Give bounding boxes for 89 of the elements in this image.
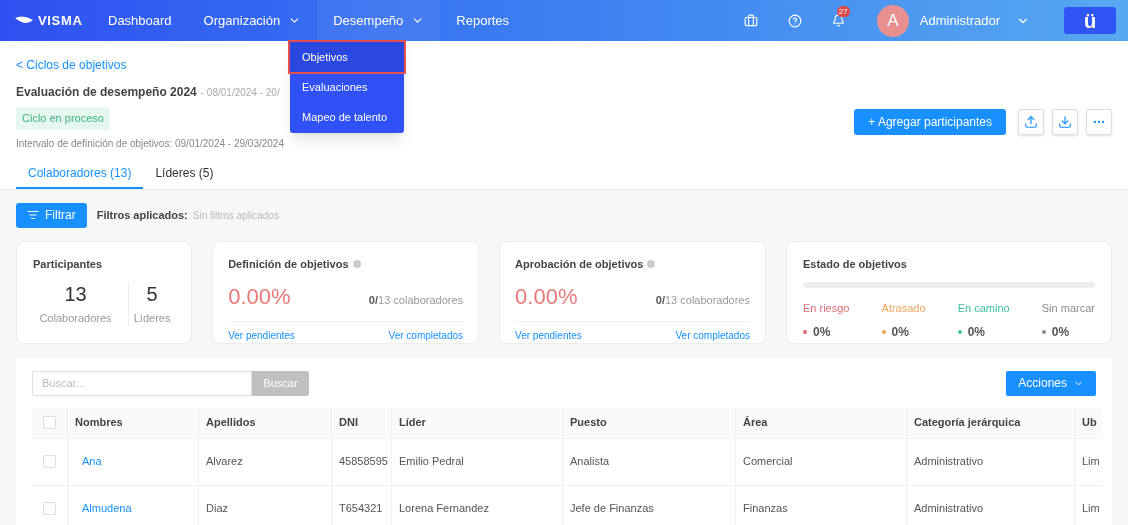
filters-value: Sin filtros aplicados [192,208,279,223]
info-icon[interactable] [352,259,361,268]
table-cell: Comercial [736,438,907,485]
filter-button[interactable]: Filtrar [16,202,87,228]
total-count: 13 colaboradores [664,294,750,306]
search-button[interactable]: Buscar [252,370,309,396]
user-name[interactable]: Administrador [919,10,1000,31]
stat-value: 13 [64,282,87,306]
table-cell: Diaz [199,485,332,525]
pending-link[interactable]: Ver pendientes [515,328,582,343]
status-label: En camino [957,301,1010,316]
completed-count: 0/ [655,294,665,306]
help-icon[interactable] [787,13,802,28]
tab[interactable]: Líderes (5) [143,158,226,189]
table-cell: Emilio Pedral [392,438,563,485]
row-checkbox[interactable] [43,455,56,468]
nav-item[interactable]: Desempeño [317,0,441,41]
add-participants-button[interactable]: + Agregar participantes [854,109,1006,135]
user-avatar[interactable]: A [876,4,909,37]
logo-text: VISMA [38,11,83,30]
employee-name-link[interactable]: Almudena [82,500,132,517]
status-badge: Ciclo en proceso [16,107,110,130]
completed-link[interactable]: Ver completados [675,328,750,343]
table-cell: 45858595 [332,438,392,485]
row-checkbox[interactable] [43,502,56,515]
completed-link[interactable]: Ver completados [388,328,464,343]
page-title: Evaluación de desempeño 2024 [16,84,197,101]
table-cell: Jefe de Finanzas [563,485,736,525]
back-link[interactable]: < Ciclos de objetivos [16,56,127,74]
upload-icon [1024,115,1038,129]
nav-item[interactable]: Dashboard [92,0,188,41]
menu-item[interactable]: Objetivos [290,42,404,72]
status-label: En riesgo [803,301,850,316]
more-button[interactable] [1086,109,1112,135]
card-title: Estado de objetivos [803,256,908,272]
filters-label: Filtros aplicados: [96,207,188,223]
status-value: 0% [1051,323,1070,341]
notification-badge: 27 [836,6,850,17]
status-label: Atrasado [881,301,926,316]
filter-icon [27,209,39,221]
table-cell: Finanzas [736,485,907,525]
card-title: Definición de objetivos [228,256,349,272]
total-count: 13 colaboradores [378,294,464,306]
percent-value: 0.00% [228,283,291,311]
menu-item[interactable]: Evaluaciones [290,72,404,102]
table-cell: Analista [563,438,736,485]
column-header: Categoría jerárquica [907,407,1075,438]
table-cell: Lorena Fernandez [392,485,563,525]
status-value: 0% [967,323,986,341]
cycle-dates: - 08/01/2024 - 20/ [200,86,280,100]
upload-button[interactable] [1018,109,1044,135]
table-cell: Alvarez [199,438,332,485]
completed-count: 0/ [368,294,379,306]
stat-label: Líderes [133,311,171,326]
column-header: DNI [332,407,392,438]
actions-button[interactable]: Acciones [1006,370,1096,396]
interval-text: Intervalo de definición de objetivos: 09/01/2024 - 29/03/2024 [16,136,285,151]
table-cell: Administrativo [907,485,1075,525]
nav-item[interactable]: Organización [187,0,318,41]
card-title: Aprobación de objetivos [515,256,644,272]
column-header: Puesto [563,407,736,438]
pending-link[interactable]: Ver pendientes [228,328,295,343]
download-button[interactable] [1052,109,1078,135]
column-header: Nombres [68,407,199,438]
bell-icon[interactable] [831,14,845,27]
download-icon [1058,115,1072,129]
select-all-checkbox[interactable] [43,416,56,429]
table-cell: T654321 [332,485,392,525]
app-button[interactable]: ü [1064,7,1116,34]
menu-item[interactable]: Mapeo de talento [290,102,404,132]
card-title: Participantes [33,256,104,272]
stat-value: 5 [146,282,158,306]
stat-label: Colaboradores [39,311,112,326]
status-label: Sin marcar [1041,301,1095,316]
table-cell-text: Lim [1081,454,1101,470]
percent-value: 0.00% [515,283,578,311]
column-header: Ub [1081,415,1098,431]
search-field[interactable]: Buscar... [32,370,252,396]
column-header: Líder [392,407,563,438]
briefcase-icon[interactable] [743,13,758,28]
info-icon[interactable] [647,259,656,268]
nav-item[interactable]: Reportes [440,0,526,41]
column-header: Apellidos [199,407,332,438]
employee-name-link[interactable]: Ana [82,453,102,470]
status-value: 0% [813,323,831,341]
table-cell: Administrativo [907,438,1075,485]
table-cell-text: Lim [1081,501,1101,517]
status-value: 0% [891,323,909,341]
column-header: Área [736,407,907,438]
